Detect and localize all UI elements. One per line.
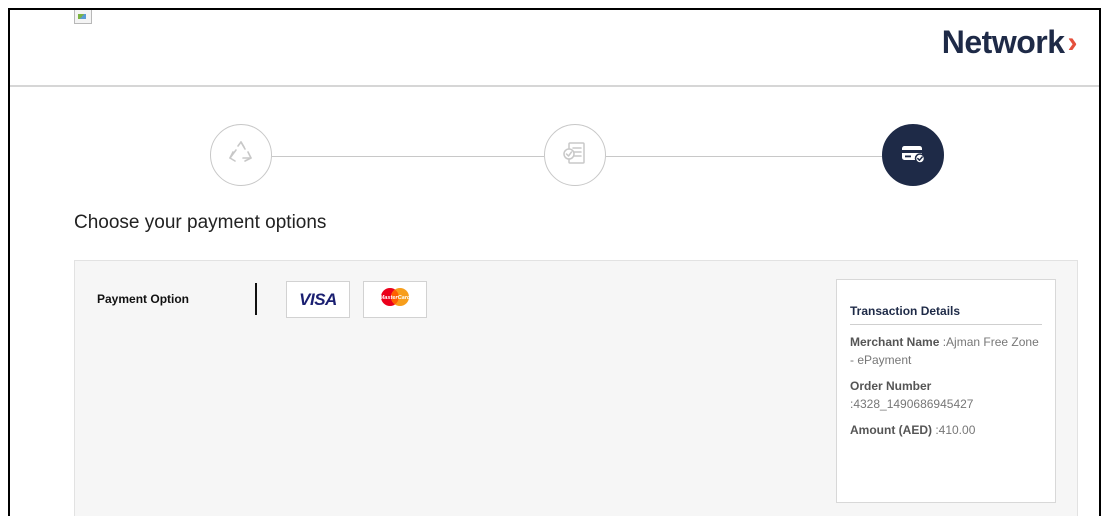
amount-row: Amount (AED) :410.00 bbox=[850, 421, 1042, 439]
transaction-details-title: Transaction Details bbox=[850, 304, 1042, 325]
header-divider bbox=[10, 85, 1099, 87]
visa-logo: VISA bbox=[299, 289, 337, 309]
brand-name: Network bbox=[941, 24, 1065, 60]
mastercard-logo-text: MasterCard bbox=[380, 295, 411, 301]
merchant-name-key: Merchant Name bbox=[850, 335, 940, 349]
progress-stepper bbox=[210, 124, 944, 190]
broken-image-icon bbox=[74, 10, 92, 24]
step-connector-1 bbox=[272, 156, 544, 157]
order-number-row: Order Number :4328_1490686945427 bbox=[850, 377, 1042, 413]
merchant-name-row: Merchant Name :Ajman Free Zone - ePaymen… bbox=[850, 333, 1042, 369]
order-number-value: :4328_1490686945427 bbox=[850, 397, 974, 411]
recycle-icon bbox=[226, 138, 256, 173]
brand-chevron-icon: › bbox=[1067, 25, 1078, 59]
step-connector-2 bbox=[606, 156, 882, 157]
step-2 bbox=[544, 124, 606, 186]
page-frame: Network › Choose your payment options Pa… bbox=[8, 8, 1101, 516]
step-1 bbox=[210, 124, 272, 186]
mastercard-logo-icon: MasterCard bbox=[377, 285, 413, 314]
visa-card-button[interactable]: VISA bbox=[286, 281, 350, 318]
checklist-document-icon bbox=[559, 137, 591, 174]
network-logo: Network › bbox=[941, 24, 1078, 61]
payment-panel: Payment Option VISA MasterCard Transacti… bbox=[74, 260, 1078, 516]
credit-card-check-icon bbox=[896, 136, 930, 175]
payment-option-label: Payment Option bbox=[97, 292, 190, 306]
page-title: Choose your payment options bbox=[74, 212, 327, 233]
amount-value: :410.00 bbox=[935, 423, 976, 437]
amount-key: Amount (AED) bbox=[850, 423, 932, 437]
mastercard-card-button[interactable]: MasterCard bbox=[363, 281, 427, 318]
order-number-key: Order Number bbox=[850, 379, 932, 393]
payment-option-divider bbox=[255, 283, 257, 315]
transaction-details-box: Transaction Details Merchant Name :Ajman… bbox=[836, 279, 1056, 503]
step-3 bbox=[882, 124, 944, 186]
